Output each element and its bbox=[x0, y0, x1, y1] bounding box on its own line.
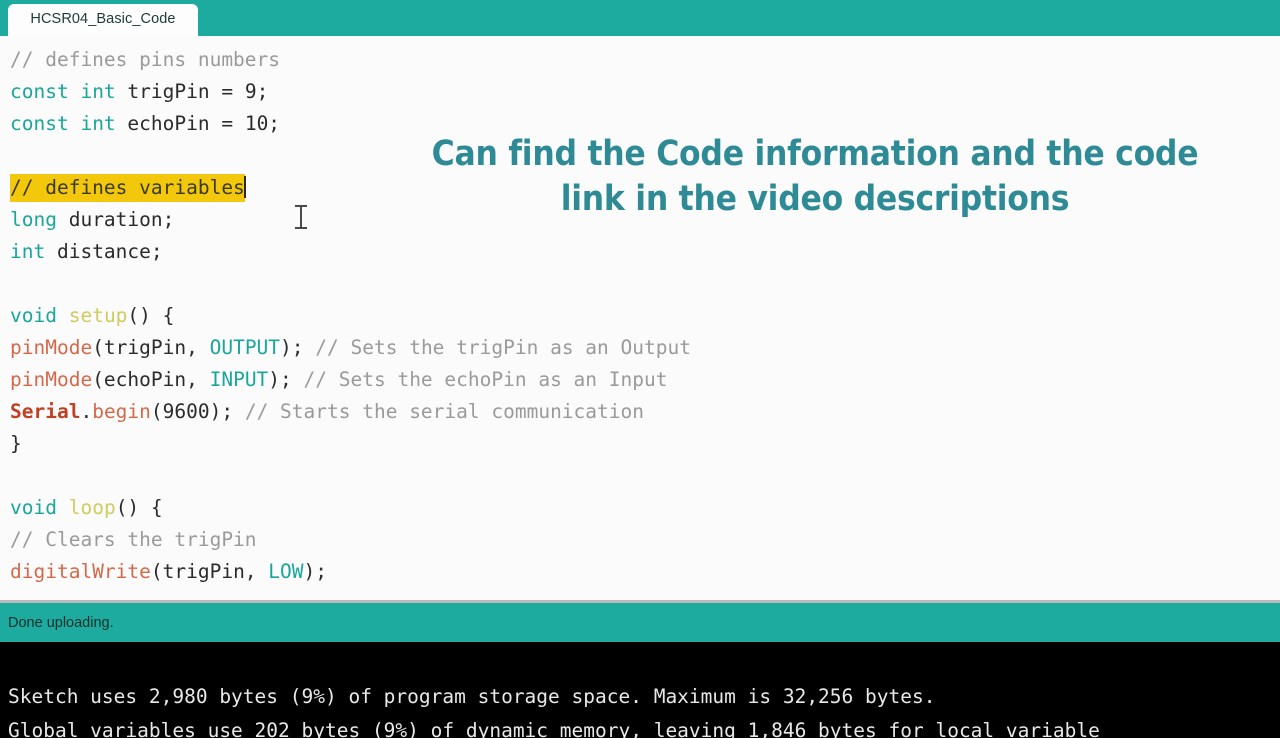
caption-line-1: Can find the Code information and the co… bbox=[431, 134, 1199, 174]
code-token: // Clears the trigPin bbox=[10, 528, 257, 551]
code-token: OUTPUT bbox=[209, 336, 281, 359]
code-line[interactable]: pinMode(trigPin, OUTPUT); // Sets the tr… bbox=[10, 332, 691, 364]
code-token: pinMode bbox=[10, 368, 93, 391]
code-line[interactable]: void setup() { bbox=[10, 300, 691, 332]
code-token: long bbox=[10, 208, 57, 231]
caption-line-2: link in the video descriptions bbox=[560, 179, 1070, 219]
code-token: int bbox=[10, 240, 46, 263]
tab-bar: HCSR04_Basic_Code bbox=[0, 0, 1280, 36]
sketch-tab[interactable]: HCSR04_Basic_Code bbox=[8, 4, 198, 36]
code-line[interactable]: // Clears the trigPin bbox=[10, 524, 691, 556]
code-token: (echoPin, bbox=[92, 368, 210, 391]
code-token: distance; bbox=[45, 240, 163, 263]
code-token: () { bbox=[127, 304, 175, 327]
code-token: int bbox=[80, 80, 116, 103]
code-token: setup bbox=[68, 304, 128, 327]
code-token: const bbox=[10, 80, 69, 103]
code-token: trigPin = 9; bbox=[115, 80, 269, 103]
code-line[interactable] bbox=[10, 460, 691, 492]
code-text[interactable]: // defines pins numbers const int trigPin… bbox=[10, 44, 691, 588]
code-line[interactable]: const int trigPin = 9; bbox=[10, 76, 691, 108]
code-line[interactable]: // defines pins numbers bbox=[10, 44, 691, 76]
status-message: Done uploading. bbox=[8, 615, 114, 631]
video-caption-overlay: Can find the Code information and the co… bbox=[379, 132, 1252, 222]
code-token: ); bbox=[268, 368, 304, 391]
text-caret bbox=[243, 176, 246, 198]
code-token: // Sets the trigPin as an Output bbox=[315, 336, 691, 359]
code-line[interactable]: Serial.begin(9600); // Starts the serial… bbox=[10, 396, 691, 428]
code-editor[interactable]: // defines pins numbers const int trigPin… bbox=[0, 36, 1280, 600]
code-line[interactable]: pinMode(echoPin, INPUT); // Sets the ech… bbox=[10, 364, 691, 396]
code-token: . bbox=[80, 400, 93, 423]
code-token: // Starts the serial communication bbox=[244, 400, 644, 423]
console-text: Sketch uses 2,980 bytes (9%) of program … bbox=[8, 680, 1100, 738]
code-token: ); bbox=[303, 560, 328, 583]
code-line[interactable]: } bbox=[10, 428, 691, 460]
code-token: begin bbox=[92, 400, 151, 423]
status-bar: Done uploading. bbox=[0, 603, 1280, 642]
code-token: pinMode bbox=[10, 336, 93, 359]
code-token: () { bbox=[115, 496, 163, 519]
code-token: Serial bbox=[10, 400, 81, 423]
console-output-panel[interactable]: Sketch uses 2,980 bytes (9%) of program … bbox=[0, 642, 1280, 738]
code-token: // defines pins numbers bbox=[10, 48, 281, 71]
highlighted-code-token: // defines variables bbox=[10, 174, 245, 202]
code-token: digitalWrite bbox=[10, 560, 151, 583]
code-token: // Sets the echoPin as an Input bbox=[303, 368, 668, 391]
code-token: void bbox=[10, 496, 57, 519]
code-token: const bbox=[10, 112, 69, 135]
code-token: loop bbox=[68, 496, 116, 519]
code-token: (9600); bbox=[150, 400, 245, 423]
code-token: void bbox=[10, 304, 57, 327]
code-token: (trigPin, bbox=[150, 560, 269, 583]
code-token: } bbox=[10, 432, 22, 455]
sketch-tab-label: HCSR04_Basic_Code bbox=[30, 11, 176, 27]
arduino-ide-window: HCSR04_Basic_Code // defines pins number… bbox=[0, 0, 1280, 738]
console-line: Global variables use 202 bytes (9%) of d… bbox=[8, 719, 1100, 738]
code-token: echoPin = 10; bbox=[115, 112, 281, 135]
code-line[interactable]: int distance; bbox=[10, 236, 691, 268]
code-token: (trigPin, bbox=[92, 336, 210, 359]
code-token: duration; bbox=[56, 208, 175, 231]
code-line[interactable]: void loop() { bbox=[10, 492, 691, 524]
code-line[interactable] bbox=[10, 268, 691, 300]
console-line: Sketch uses 2,980 bytes (9%) of program … bbox=[8, 685, 936, 708]
code-token: int bbox=[80, 112, 116, 135]
code-line[interactable]: digitalWrite(trigPin, LOW); bbox=[10, 556, 691, 588]
code-token: INPUT bbox=[209, 368, 269, 391]
code-token: ); bbox=[280, 336, 316, 359]
code-token: LOW bbox=[268, 560, 304, 583]
